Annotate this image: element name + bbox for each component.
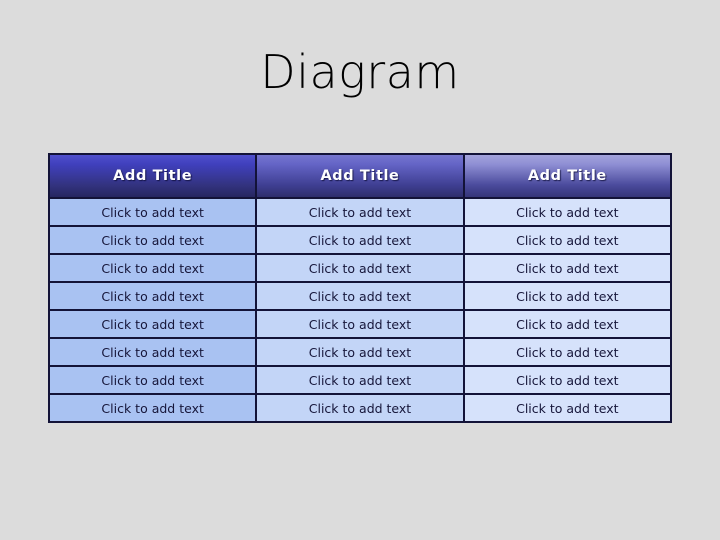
table-cell[interactable]: Click to add text — [255, 393, 465, 423]
table-cell[interactable]: Click to add text — [255, 309, 465, 339]
table-cell[interactable]: Click to add text — [462, 281, 673, 311]
diagram-table: Add Title Add Title Add Title Click to a… — [47, 153, 673, 423]
table-body: Click to add text Click to add text Clic… — [47, 197, 673, 423]
table-cell[interactable]: Click to add text — [47, 197, 258, 227]
table-cell[interactable]: Click to add text — [47, 393, 258, 423]
table-cell[interactable]: Click to add text — [47, 309, 258, 339]
table-cell[interactable]: Click to add text — [462, 309, 673, 339]
table-cell[interactable]: Click to add text — [462, 337, 673, 367]
table-cell[interactable]: Click to add text — [47, 253, 258, 283]
table-cell[interactable]: Click to add text — [255, 337, 465, 367]
column-header-2[interactable]: Add Title — [255, 153, 465, 199]
table-cell[interactable]: Click to add text — [47, 225, 258, 255]
table-row: Click to add text Click to add text Clic… — [47, 281, 673, 311]
table-cell[interactable]: Click to add text — [47, 337, 258, 367]
column-header-1[interactable]: Add Title — [47, 153, 258, 199]
table-cell[interactable]: Click to add text — [462, 197, 673, 227]
page-title: Diagram — [260, 45, 460, 99]
table-cell[interactable]: Click to add text — [47, 281, 258, 311]
table-row: Click to add text Click to add text Clic… — [47, 225, 673, 255]
table-row: Click to add text Click to add text Clic… — [47, 365, 673, 395]
table-cell[interactable]: Click to add text — [255, 253, 465, 283]
table-header-row: Add Title Add Title Add Title — [47, 153, 673, 199]
table-cell[interactable]: Click to add text — [255, 197, 465, 227]
table-header: Add Title Add Title Add Title — [47, 153, 673, 199]
table-row: Click to add text Click to add text Clic… — [47, 253, 673, 283]
slide-canvas: Diagram Add Title Add Title Add Title Cl… — [0, 0, 720, 540]
column-header-3[interactable]: Add Title — [462, 153, 673, 199]
table-cell[interactable]: Click to add text — [255, 365, 465, 395]
table-row: Click to add text Click to add text Clic… — [47, 309, 673, 339]
table-cell[interactable]: Click to add text — [255, 281, 465, 311]
table-row: Click to add text Click to add text Clic… — [47, 337, 673, 367]
table-cell[interactable]: Click to add text — [255, 225, 465, 255]
table-cell[interactable]: Click to add text — [47, 365, 258, 395]
table-cell[interactable]: Click to add text — [462, 365, 673, 395]
table-cell[interactable]: Click to add text — [462, 225, 673, 255]
table-cell[interactable]: Click to add text — [462, 393, 673, 423]
table-cell[interactable]: Click to add text — [462, 253, 673, 283]
table-row: Click to add text Click to add text Clic… — [47, 197, 673, 227]
table-row: Click to add text Click to add text Clic… — [47, 393, 673, 423]
